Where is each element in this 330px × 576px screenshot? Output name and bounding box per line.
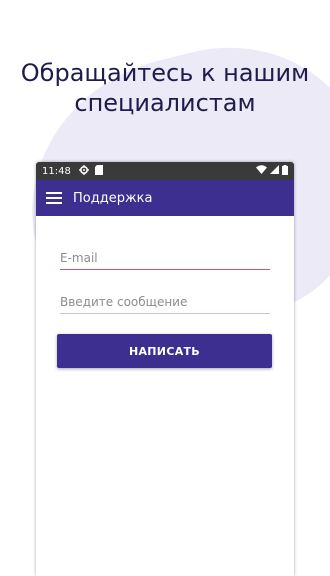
hamburger-menu-icon[interactable] [46,190,62,206]
battery-icon [282,164,288,178]
promo-headline: Обращайтесь к нашим специалистам [20,59,310,117]
phone-frame: 11:48 Поддержка E-mail Введите сообщение… [36,162,294,576]
app-bar-title: Поддержка [73,190,153,206]
email-field-container [60,246,270,270]
message-field[interactable] [60,290,270,313]
signal-icon [270,165,279,177]
status-time: 11:48 [42,165,71,177]
message-field-container [60,290,270,314]
wifi-icon [256,165,267,177]
app-bar: Поддержка [36,180,294,216]
status-bar: 11:48 [36,162,294,180]
email-field[interactable] [60,246,270,269]
support-form: НАПИСАТЬ [36,216,294,368]
sd-card-icon [94,164,103,178]
gear-icon [78,164,89,178]
submit-button[interactable]: НАПИСАТЬ [57,334,272,368]
